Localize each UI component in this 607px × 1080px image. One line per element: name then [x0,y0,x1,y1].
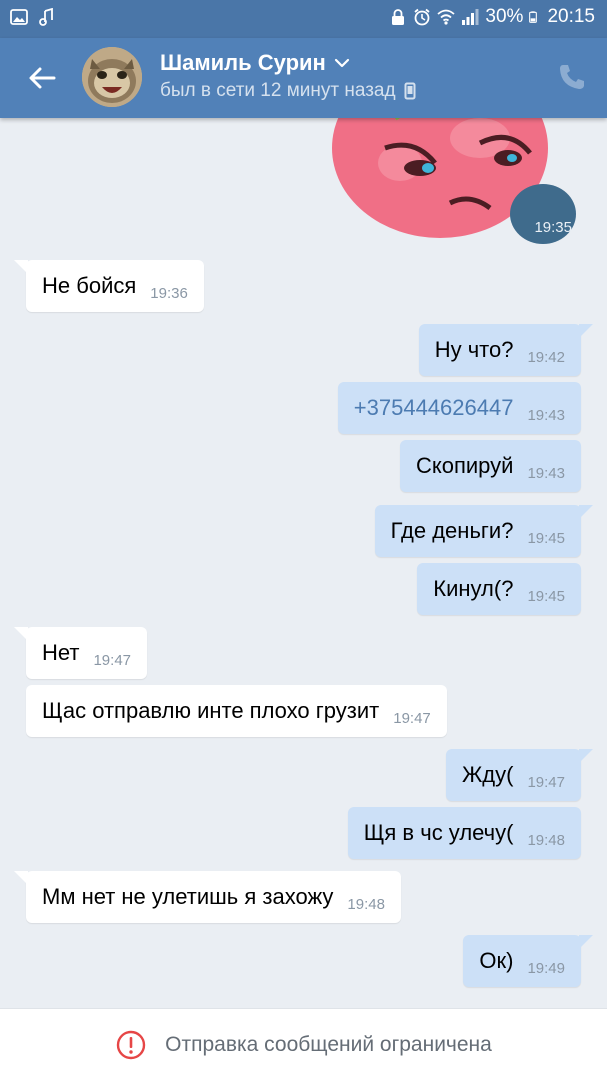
music-note-icon [39,8,53,26]
signal-icon [462,9,479,25]
message-text: Скопируй [415,453,514,478]
battery-percent: 30% [485,6,524,27]
message-bubble[interactable]: Нет 19:47 [13,627,148,679]
message-list[interactable]: 19:35 Не бойся 19:36 Ну что? 19:42 +3754… [0,118,607,1008]
message-text: Кинул(? [433,576,514,601]
mobile-phone-icon [404,82,416,100]
chevron-down-icon [334,58,349,68]
status-bar: 30% 20:15 [0,0,607,38]
message-bubble[interactable]: Мм нет не улетишь я захожу 19:48 [14,871,401,923]
restriction-notice: Отправка сообщений ограничена [165,1032,492,1056]
message-time: 19:47 [527,773,565,791]
phone-call-icon[interactable] [557,62,587,92]
message-bubble[interactable]: Кинул(? 19:45 [417,563,581,615]
message-time: 19:49 [527,959,565,977]
message-time: 19:48 [527,831,565,849]
message-bubble[interactable]: Ну что? 19:42 [418,324,594,376]
chat-header: Шамиль Сурин был в сети 12 минут назад [0,38,607,118]
message-bubble[interactable]: Жду( 19:47 [445,749,594,801]
message-text: Где деньги? [390,518,514,543]
message-time: 19:45 [527,529,565,547]
message-text: Жду( [461,762,514,787]
clock: 20:15 [547,6,595,27]
message-text: Нет [42,640,80,665]
message-text: Не бойся [42,273,137,298]
message-bubble[interactable]: Где деньги? 19:45 [374,505,594,557]
online-status: был в сети 12 минут назад [160,80,416,102]
alarm-icon [414,8,430,26]
message-time: 19:43 [527,406,565,424]
avatar[interactable] [82,47,142,107]
message-bubble[interactable]: Скопируй 19:43 [399,440,581,492]
contact-name[interactable]: Шамиль Сурин [160,50,350,76]
lock-icon [392,9,405,25]
contact-name-text: Шамиль Сурин [160,50,326,75]
battery-icon [529,11,538,23]
message-text: Мм нет не улетишь я захожу [42,884,334,909]
sticker-time-badge: 19:35 [510,184,576,244]
phone-link[interactable]: +375444626447 [354,395,514,421]
message-time: 19:43 [527,464,565,482]
message-bubble[interactable]: Щя в чс улечу( 19:48 [347,807,581,859]
message-bubble[interactable]: Щас отправлю инте плохо грузит 19:47 [26,685,447,737]
message-time: 19:45 [527,587,565,605]
message-text: Щас отправлю инте плохо грузит [42,698,380,723]
message-bubble[interactable]: Не бойся 19:36 [14,260,204,312]
message-time: 19:47 [393,709,431,727]
message-time: 19:36 [150,284,188,302]
message-time: 19:47 [93,651,132,669]
message-bubble[interactable]: Ок) 19:49 [463,935,593,987]
message-text: Ок) [479,948,514,973]
message-bubble[interactable]: +375444626447 19:43 [337,382,581,434]
wifi-icon [437,9,456,25]
last-seen-text: был в сети 12 минут назад [160,80,396,101]
message-text: Ну что? [434,337,514,362]
messaging-restricted-bar: Отправка сообщений ограничена [0,1008,607,1080]
message-time: 19:42 [527,348,565,366]
gallery-icon [10,9,28,25]
warning-icon [116,1030,146,1059]
back-arrow-icon[interactable] [24,60,60,96]
message-text: Щя в чс улечу( [363,820,514,845]
message-time: 19:48 [347,895,385,913]
sticker-time: 19:35 [534,219,572,236]
